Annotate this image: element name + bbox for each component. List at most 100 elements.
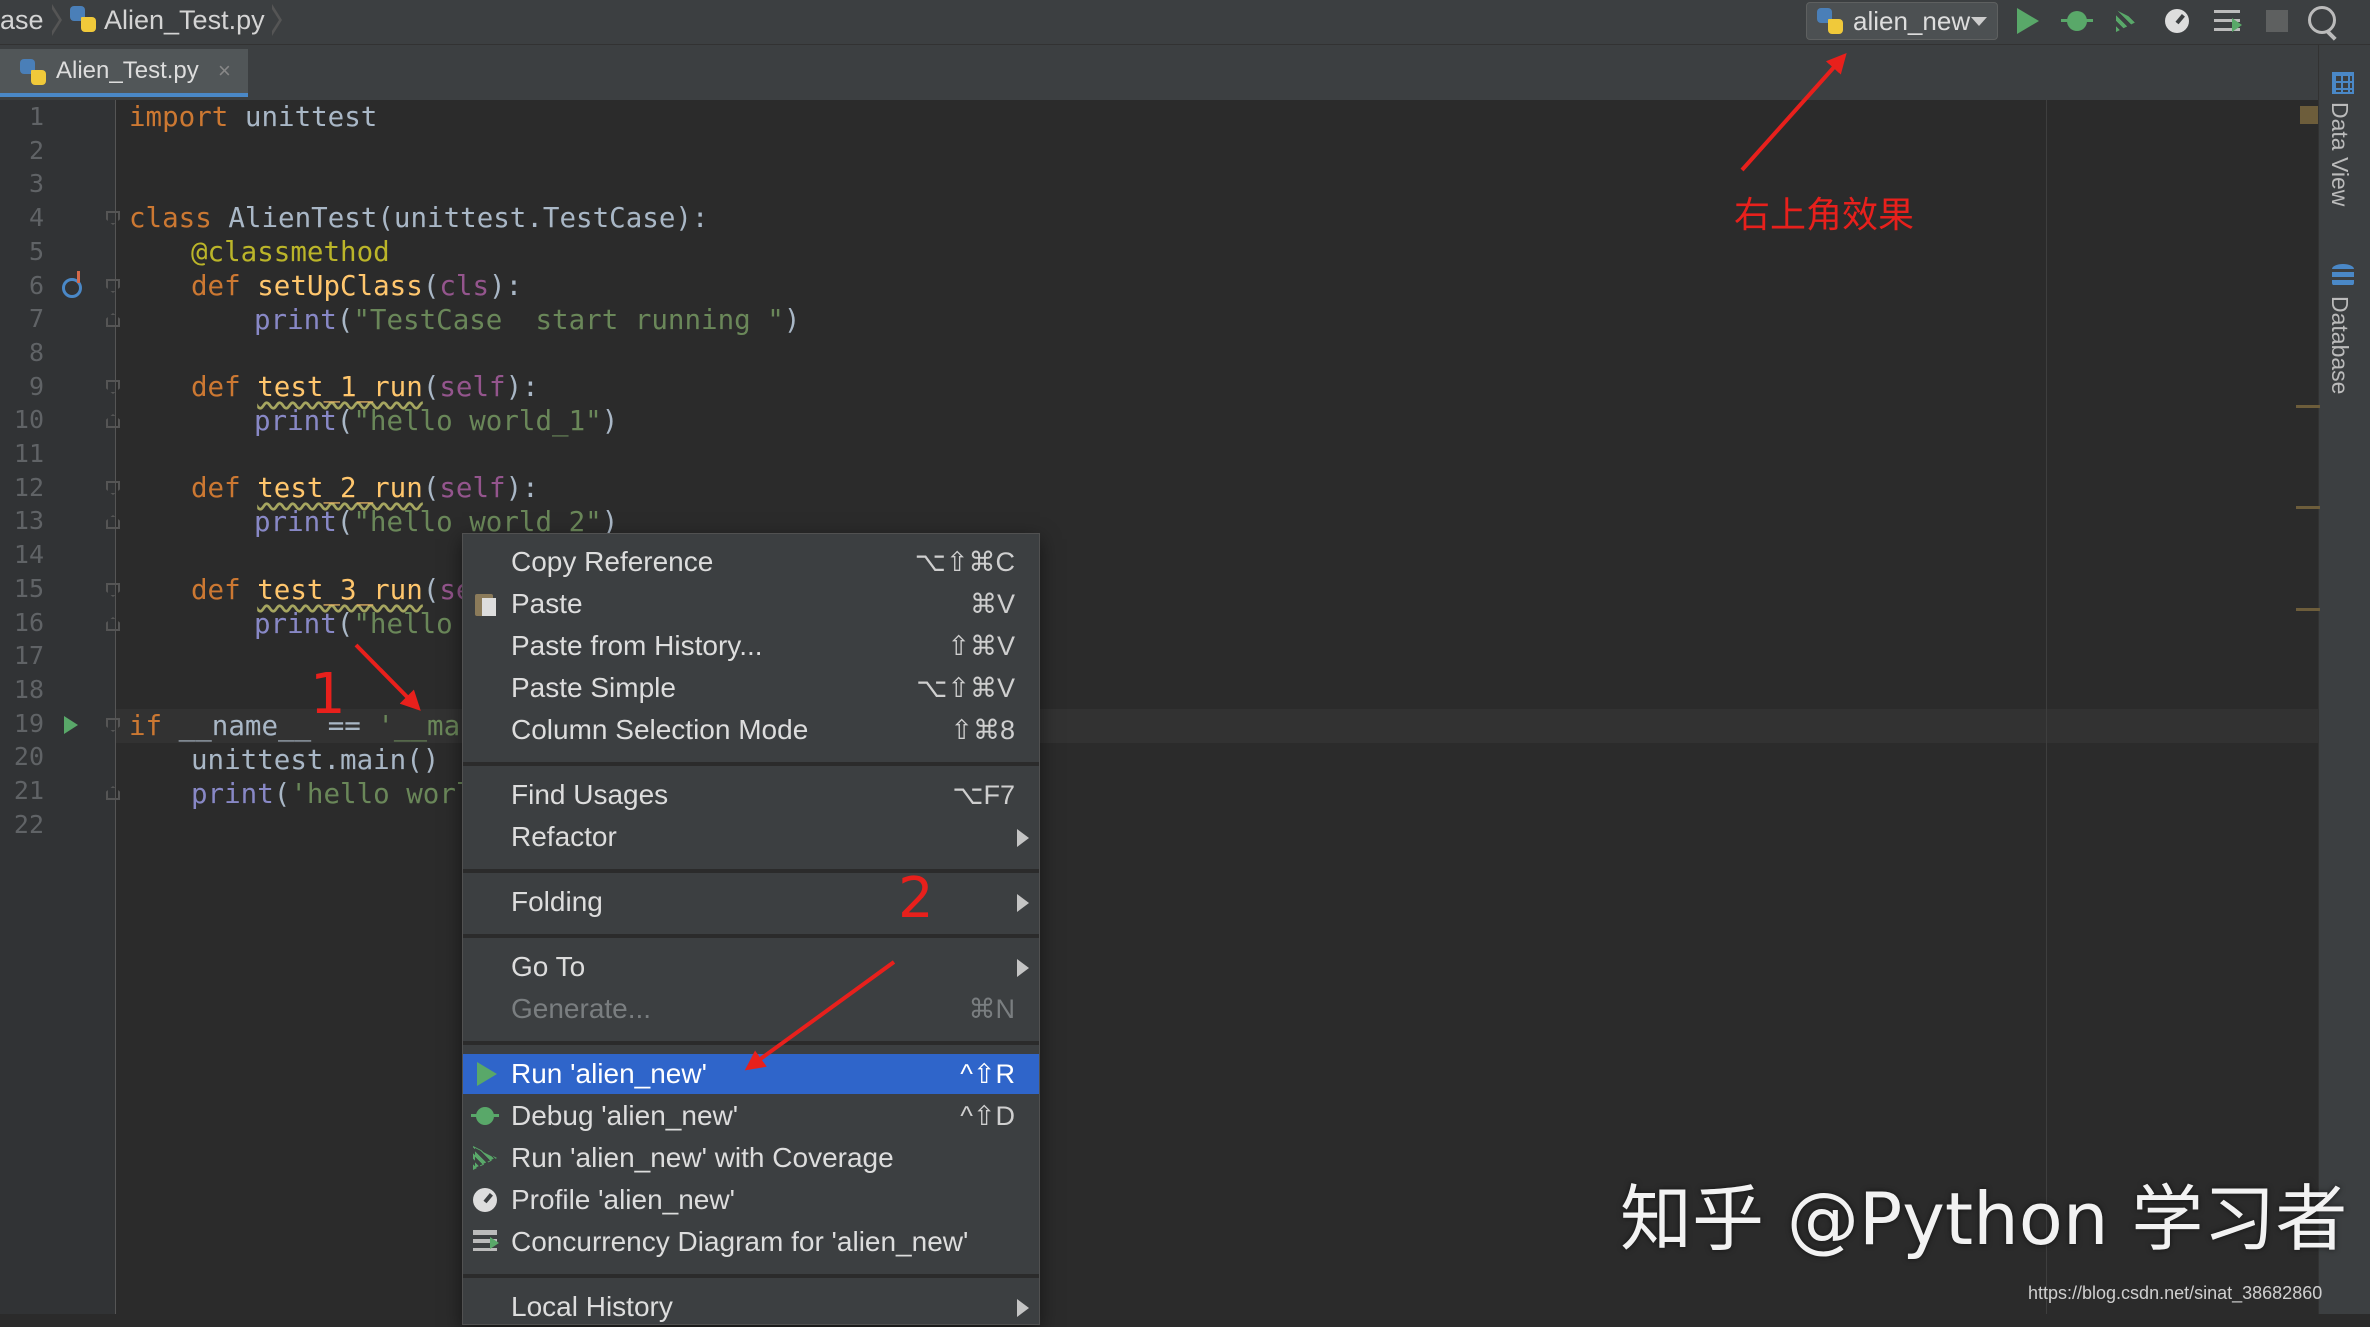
menu-item-run-alien-new[interactable]: Run 'alien_new' ^⇧R <box>463 1054 1039 1094</box>
tool-window-data-view[interactable]: Data View <box>2326 102 2353 206</box>
run-gutter-icon[interactable] <box>64 716 78 734</box>
tab-label: Alien_Test.py <box>56 57 199 84</box>
right-margin-guide <box>2046 100 2047 1314</box>
close-icon[interactable]: × <box>218 49 231 93</box>
line-number: 5 <box>28 237 44 266</box>
menu-item-column-selection-mode[interactable]: Column Selection Mode ⇧⌘8 <box>463 710 1039 750</box>
code-line-4: class AlienTest(unittest.TestCase): <box>129 202 709 234</box>
error-stripe-marker[interactable] <box>2300 106 2318 124</box>
line-number: 18 <box>13 675 44 704</box>
line-number: 8 <box>28 338 44 367</box>
menu-item-generate: Generate... ⌘N <box>511 993 1015 1024</box>
submenu-arrow-icon <box>1017 829 1029 847</box>
code-line-7: print("TestCase start running ") <box>254 304 801 336</box>
debug-button[interactable] <box>2061 6 2093 36</box>
data-view-icon <box>2332 72 2354 94</box>
profile-button[interactable] <box>2162 6 2192 36</box>
menu-separator <box>463 869 1039 873</box>
stop-button[interactable] <box>2262 6 2292 36</box>
line-number: 11 <box>13 439 44 468</box>
line-number: 14 <box>13 540 44 569</box>
menu-item-run-with-coverage[interactable]: Run 'alien_new' with Coverage <box>463 1138 1039 1178</box>
code-line-9: def test_1_run(self): <box>191 371 539 403</box>
error-stripe-mark[interactable] <box>2296 405 2320 408</box>
menu-item-find-usages[interactable]: Find Usages ⌥F7 <box>463 775 1039 815</box>
menu-item-paste[interactable]: Paste ⌘V <box>463 584 1039 624</box>
profile-icon <box>2165 9 2189 33</box>
navigation-bar: ase Alien_Test.py alien_new <box>0 0 2370 45</box>
menu-item-copy-reference[interactable]: Copy Reference ⌥⇧⌘C <box>463 542 1039 582</box>
code-line-16: print("hello <box>254 608 453 640</box>
annotation-marker-2: 2 <box>898 866 934 931</box>
run-icon <box>473 1062 497 1086</box>
code-line-10: print("hello world_1") <box>254 405 619 437</box>
code-line-21: print('hello worl <box>191 778 473 810</box>
line-number: 2 <box>28 136 44 165</box>
line-number: 15 <box>13 574 44 603</box>
debug-icon <box>471 1104 499 1128</box>
coverage-icon <box>473 1146 497 1170</box>
run-configuration-dropdown[interactable]: alien_new <box>1806 2 1998 40</box>
submenu-arrow-icon <box>1017 1299 1029 1317</box>
run-configuration-label: alien_new <box>1853 6 1971 36</box>
line-number: 4 <box>28 203 44 232</box>
error-stripe-mark[interactable] <box>2296 506 2320 509</box>
tool-window-database[interactable]: Database <box>2326 296 2353 394</box>
menu-item-go-to[interactable]: Go To <box>463 947 1039 987</box>
tab-alien-test[interactable]: Alien_Test.py × <box>0 49 248 97</box>
menu-item-concurrency-diagram[interactable]: Concurrency Diagram for 'alien_new' <box>463 1222 1039 1262</box>
menu-item-folding[interactable]: Folding <box>463 882 1039 922</box>
watermark: 知乎 @Python 学习者 <box>1620 1177 2348 1261</box>
python-config-icon <box>1817 8 1843 34</box>
paste-icon <box>473 592 497 616</box>
line-number: 6 <box>28 271 44 300</box>
breadcrumb-project[interactable]: ase <box>0 0 44 40</box>
breadcrumb-separator <box>50 4 62 36</box>
code-line-6: def setUpClass(cls): <box>191 270 523 302</box>
menu-separator <box>463 934 1039 938</box>
error-stripe-mark[interactable] <box>2296 608 2320 611</box>
concurrency-button[interactable] <box>2212 6 2242 36</box>
database-icon <box>2332 264 2354 288</box>
search-icon[interactable] <box>2308 6 2336 34</box>
breadcrumb-separator <box>270 4 282 36</box>
menu-item-refactor[interactable]: Refactor <box>463 817 1039 857</box>
concurrency-icon <box>2214 10 2242 32</box>
code-line-19: if __name__ == '__mai <box>129 710 477 742</box>
editor-tab-bar: Alien_Test.py × <box>0 45 2318 101</box>
submenu-arrow-icon <box>1017 959 1029 977</box>
python-file-icon <box>70 6 96 32</box>
code-line-1: import unittest <box>129 101 378 133</box>
profile-icon <box>473 1188 497 1212</box>
source-url: https://blog.csdn.net/sinat_38682860 <box>2028 1283 2323 1303</box>
editor-context-menu: Copy Reference ⌥⇧⌘C Paste ⌘V Paste from Hi… <box>462 533 1040 1325</box>
menu-item-debug-alien-new[interactable]: Debug 'alien_new' ^⇧D <box>463 1096 1039 1136</box>
menu-item-paste-simple[interactable]: Paste Simple ⌥⇧⌘V <box>463 668 1039 708</box>
line-number: 21 <box>13 776 44 805</box>
coverage-icon <box>2116 10 2138 32</box>
run-icon <box>2017 8 2039 34</box>
submenu-arrow-icon <box>1017 894 1029 912</box>
stop-icon <box>2266 10 2288 32</box>
line-number: 3 <box>28 169 44 198</box>
menu-item-paste-from-history[interactable]: Paste from History... ⇧⌘V <box>463 626 1039 666</box>
annotation-marker-1: 1 <box>310 662 346 727</box>
code-line-20: unittest.main() <box>191 744 440 776</box>
menu-item-local-history[interactable]: Local History <box>463 1287 1039 1327</box>
breadcrumb-file[interactable]: Alien_Test.py <box>104 0 265 40</box>
right-tool-window-bar <box>2318 45 2370 1314</box>
menu-separator <box>463 1041 1039 1045</box>
line-number: 10 <box>13 405 44 434</box>
line-number: 13 <box>13 506 44 535</box>
concurrency-icon <box>473 1230 499 1254</box>
override-method-icon[interactable] <box>62 271 82 298</box>
run-button[interactable] <box>2012 6 2042 36</box>
coverage-button[interactable] <box>2112 6 2142 36</box>
code-line-12: def test_2_run(self): <box>191 472 539 504</box>
line-number: 1 <box>28 102 44 131</box>
menu-item-profile-alien-new[interactable]: Profile 'alien_new' <box>463 1180 1039 1220</box>
code-line-15: def test_3_run(se <box>191 574 473 606</box>
line-number: 19 <box>13 709 44 738</box>
chevron-down-icon <box>1971 17 1987 26</box>
line-number: 7 <box>28 304 44 333</box>
